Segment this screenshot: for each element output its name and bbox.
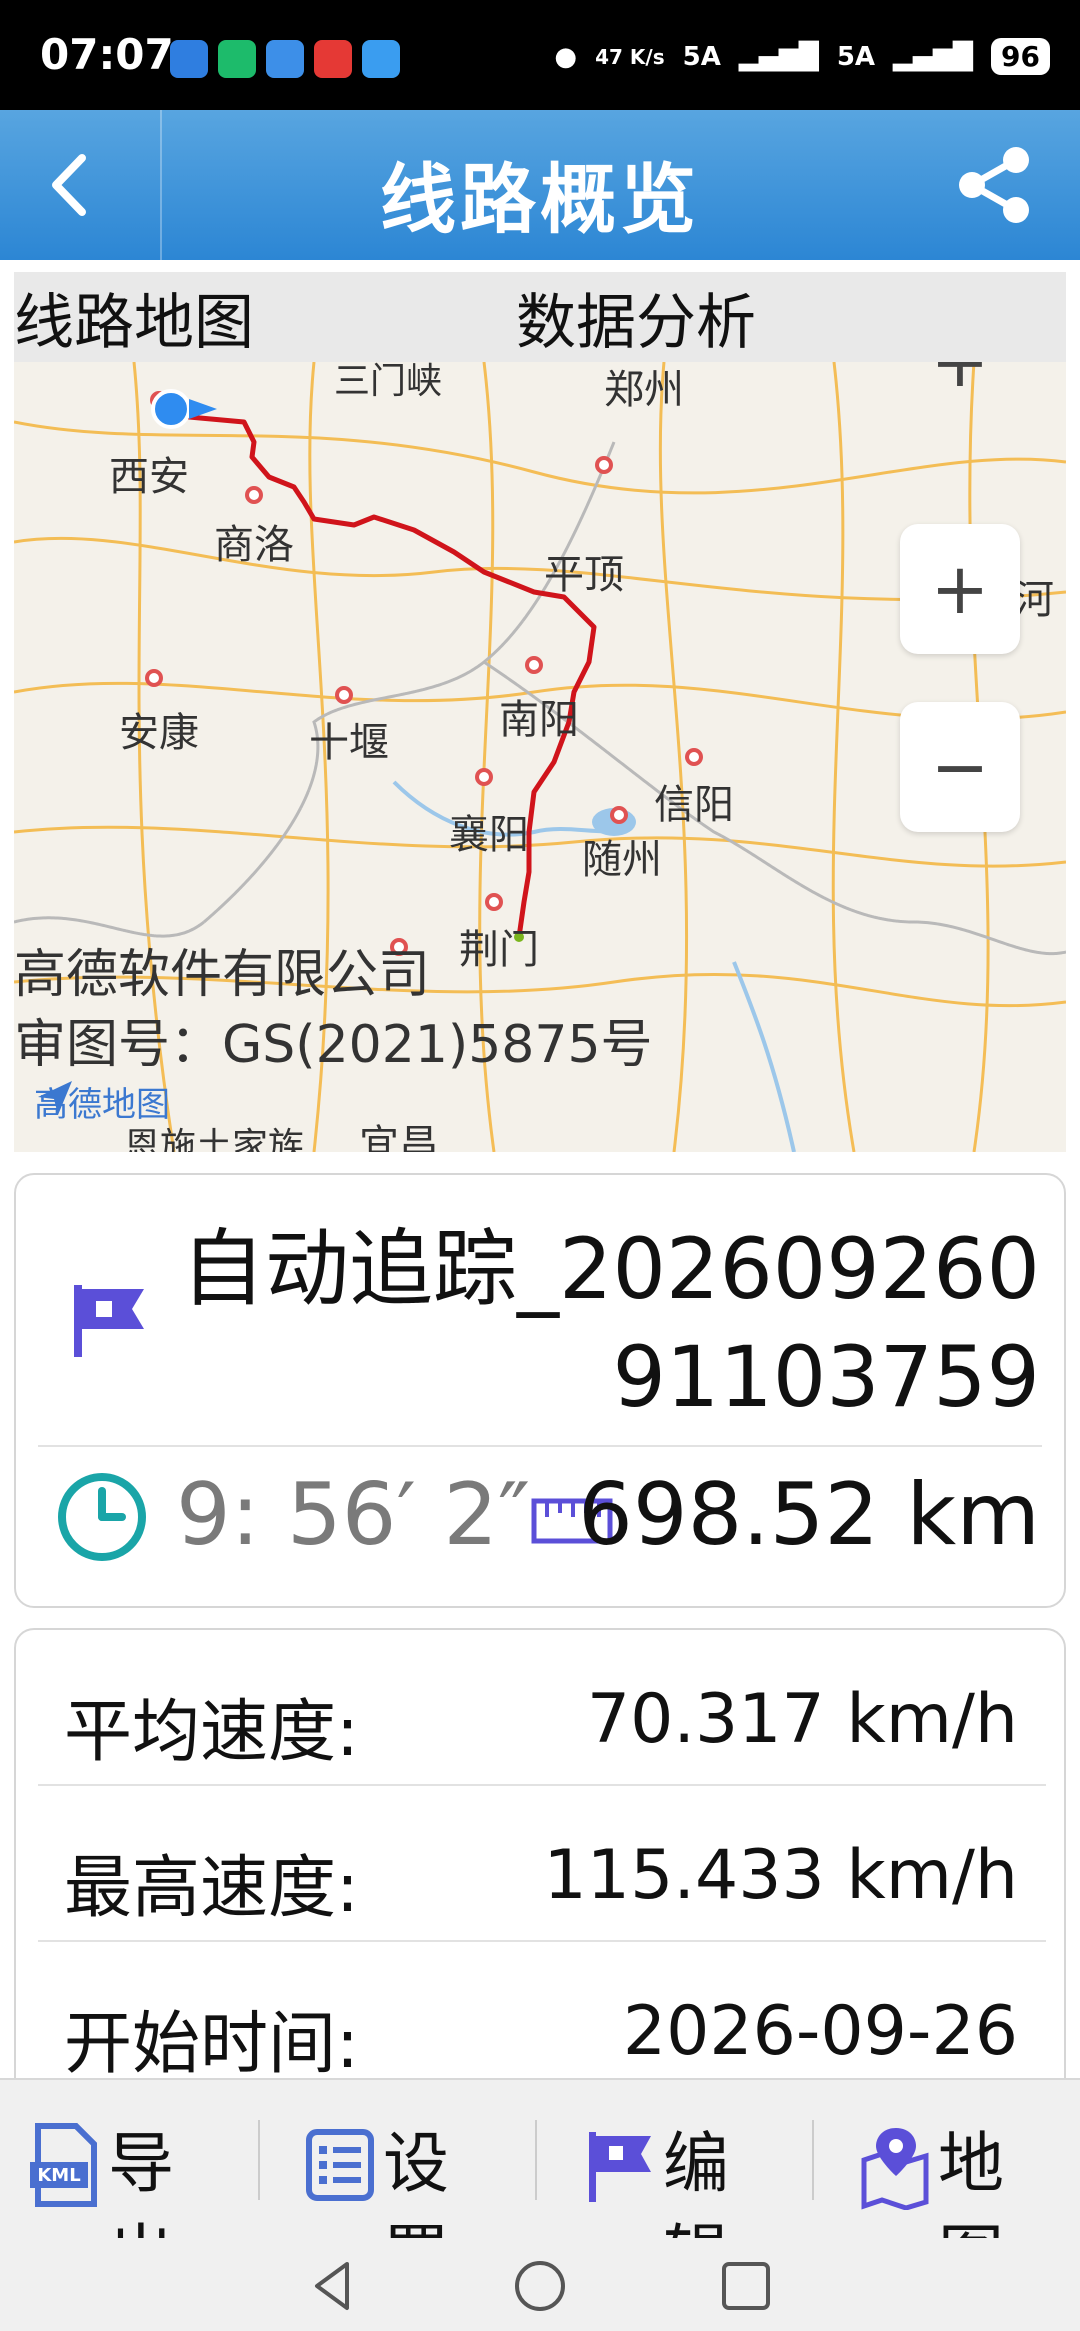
stat-row-start-time: 开始时间: 2026-09-26 (16, 1942, 1064, 2096)
map-label: 三门峡 (334, 362, 443, 402)
missed-call-icon (314, 40, 352, 78)
status-right: ● 47 K/s 5A ▂▄▆█ 5A ▂▄▆█ 96 (554, 38, 1050, 75)
map-label: 商洛 (214, 522, 294, 568)
battery-level: 96 (991, 38, 1050, 75)
net-speed: 47 K/s (595, 44, 665, 69)
share-icon (959, 147, 1029, 223)
screen: 07:07 ● 47 K/s 5A ▂▄▆█ 5A ▂▄▆█ 96 线路概览 线… (0, 0, 1080, 2331)
app-header: 线路概览 (0, 110, 1080, 260)
signal-2: 5A (836, 41, 876, 72)
notification-icons (170, 40, 400, 78)
app-icon (362, 40, 400, 78)
weather-icon (266, 40, 304, 78)
track-stats-card: 平均速度: 70.317 km/h 最高速度: 115.433 km/h 开始时… (14, 1628, 1066, 2098)
zoom-in-button-box[interactable]: + (900, 524, 1020, 654)
map-credit-approval: 审图号：GS(2021)5875号 (14, 1015, 653, 1075)
map-label: 平顶 (544, 552, 624, 598)
flag-icon (589, 2132, 651, 2202)
nav-recents-icon[interactable] (718, 2258, 774, 2314)
plus-icon: + (930, 548, 990, 630)
route-map[interactable]: 西安 三门峡 郑州 商洛 平顶 河 南阳 安康 十堰 信阳 襄阳 随州 荆门 宜… (14, 362, 1066, 1152)
zoom-out-button[interactable]: − (900, 702, 1020, 832)
location-icon: ● (554, 41, 578, 72)
tab-bar: 线路地图 数据分析 (14, 272, 1066, 362)
map-label: 随州 (582, 837, 662, 883)
nav-back-icon[interactable] (305, 2258, 361, 2314)
map-label: 南阳 (499, 697, 579, 743)
map-pin-icon (861, 2128, 929, 2210)
share-button[interactable] (950, 140, 1040, 230)
map-logo: 高德地图 (34, 1077, 170, 1126)
signal-1: 5A (682, 41, 721, 72)
signal-bars-icon: ▂▄▆█ (738, 41, 819, 72)
flag-icon (74, 1285, 144, 1357)
map-label: 西安 (109, 454, 189, 500)
track-duration: 9: 56′ 2″ (176, 1465, 531, 1565)
stat-row-avg-speed: 平均速度: 70.317 km/h (16, 1630, 1064, 1786)
stat-label: 平均速度: (64, 1693, 359, 1772)
map-label: 襄阳 (449, 812, 529, 858)
stat-label: 最高速度: (64, 1849, 359, 1928)
amap-logo-icon (38, 1081, 72, 1115)
track-summary-card: 自动追踪_20260926091103759 9: 56′ 2″ 698.52 … (14, 1173, 1066, 1608)
tab-route-map[interactable]: 线路地图 (14, 274, 254, 361)
tab-data-analysis[interactable]: 数据分析 (516, 274, 756, 361)
map-label: 十堰 (309, 720, 389, 766)
status-bar: 07:07 ● 47 K/s 5A ▂▄▆█ 5A ▂▄▆█ 96 (0, 0, 1080, 110)
toolbar-label: 编辑 (663, 2125, 729, 2238)
clock-icon (58, 1473, 146, 1561)
stat-value: 70.317 km/h (586, 1680, 1018, 1759)
app-icon (170, 40, 208, 78)
map-label: 河 (1014, 577, 1054, 623)
toolbar-label: 导出 (108, 2125, 174, 2238)
app-icon (218, 40, 256, 78)
track-name[interactable]: 自动追踪_20260926091103759 (160, 1215, 1040, 1431)
map-label: 安康 (119, 710, 199, 756)
map-credit-company: 高德软件有限公司 (14, 945, 431, 1005)
toolbar-label: 地图 (938, 2125, 1004, 2238)
map-label: 信阳 (654, 782, 734, 828)
bottom-toolbar: KML 导出 设置 编辑 (0, 2078, 1080, 2238)
map-label: 荆门 (459, 927, 539, 973)
system-nav-bar (0, 2238, 1080, 2331)
stat-value: 2026-09-26 (622, 1992, 1018, 2071)
page-title: 线路概览 (380, 155, 700, 244)
list-icon (306, 2129, 374, 2201)
minus-icon: − (930, 726, 990, 808)
toolbar-divider (812, 2120, 814, 2200)
svg-text:KML: KML (37, 2165, 80, 2186)
toolbar-divider (535, 2120, 537, 2200)
stat-row-max-speed: 最高速度: 115.433 km/h (16, 1786, 1064, 1942)
toolbar-divider (258, 2120, 260, 2200)
card-divider (38, 1445, 1042, 1447)
current-location-icon (151, 389, 217, 429)
map-label: 郑州 (604, 367, 684, 413)
stat-value: 115.433 km/h (543, 1836, 1018, 1915)
status-time: 07:07 (40, 30, 174, 79)
toolbar-label: 设置 (383, 2125, 449, 2238)
kml-file-icon: KML (30, 2123, 97, 2207)
track-distance: 698.52 km (578, 1465, 1040, 1565)
stat-label: 开始时间: (64, 2005, 359, 2084)
signal-bars-icon: ▂▄▆█ (893, 41, 974, 72)
map-label: 宜昌 (359, 1122, 439, 1152)
nav-home-icon[interactable] (512, 2258, 568, 2314)
